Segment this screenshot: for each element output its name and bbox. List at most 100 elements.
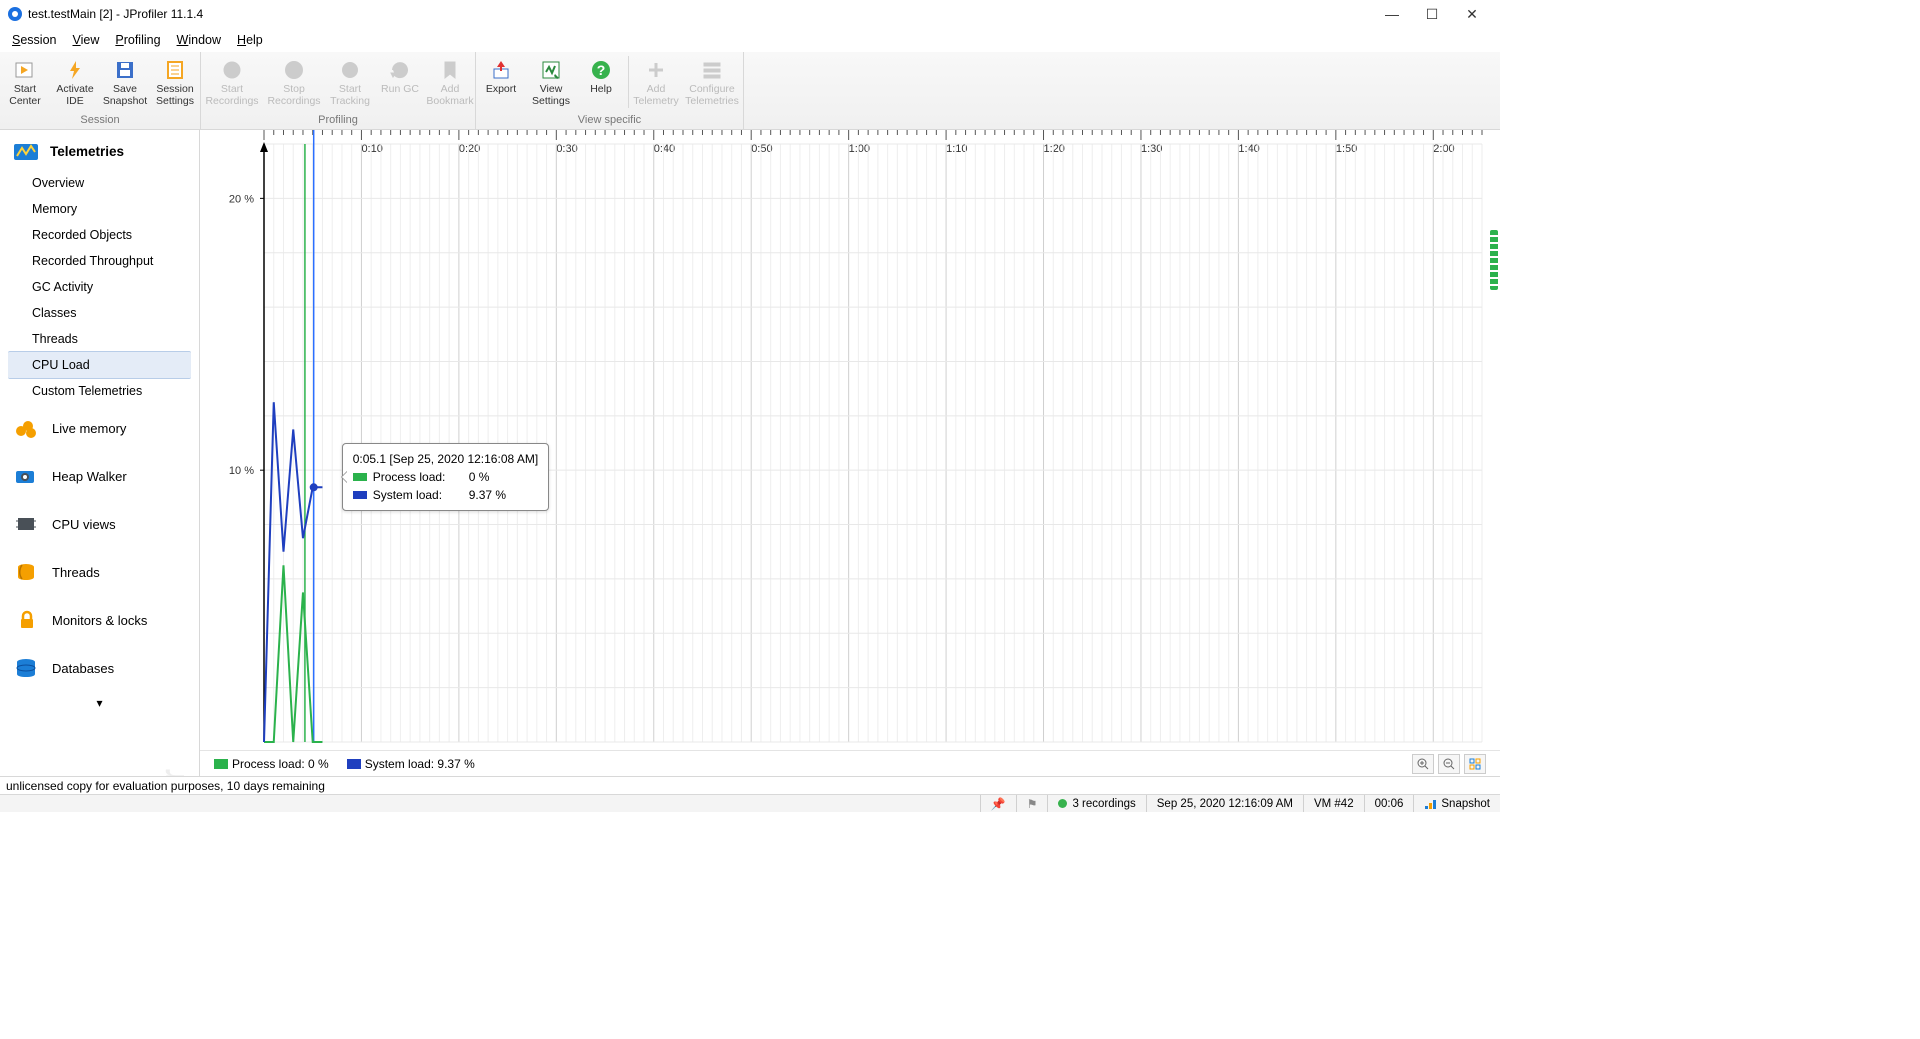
svg-text:20 %: 20 % [229,193,254,205]
add-telemetry-button[interactable]: AddTelemetry [631,52,681,112]
toolbar-group-profiling: StartRecordings StopRecordings StartTrac… [201,52,476,129]
zoom-out-button[interactable] [1438,754,1460,774]
sidebar-header-label: Telemetries [50,144,124,159]
export-button[interactable]: Export [476,52,526,112]
toolbar-group-label: View specific [476,112,743,129]
sidebar-category-monitors-locks[interactable]: Monitors & locks [0,596,199,644]
menu-help[interactable]: Help [229,31,271,49]
sidebar-category-databases[interactable]: Databases [0,644,199,692]
view-settings-button[interactable]: ViewSettings [526,52,576,112]
telemetries-icon [12,140,40,162]
plus-icon [644,58,668,82]
start-center-button[interactable]: StartCenter [0,52,50,112]
session-settings-button[interactable]: SessionSettings [150,52,200,112]
save-snapshot-button[interactable]: SaveSnapshot [100,52,150,112]
legend-process: Process load: 0 % [214,757,329,771]
sidebar-item-recorded-throughput[interactable]: Recorded Throughput [0,248,199,274]
sidebar-item-overview[interactable]: Overview [0,170,199,196]
sidebar-item-memory[interactable]: Memory [0,196,199,222]
close-button[interactable]: ✕ [1452,0,1492,28]
sidebar-item-recorded-objects[interactable]: Recorded Objects [0,222,199,248]
status-pin[interactable]: 📌 [980,795,1016,812]
record-icon [220,58,244,82]
sidebar-header-telemetries[interactable]: Telemetries [0,130,199,170]
svg-text:10 %: 10 % [229,465,254,477]
sidebar-more[interactable]: ▾ [0,692,199,714]
chart-canvas[interactable]: 0:100:200:300:400:501:001:101:201:301:40… [200,130,1500,750]
svg-text:?: ? [597,62,606,78]
svg-text:0:10: 0:10 [361,143,382,155]
lightning-icon [63,58,87,82]
status-bar: 📌 ⚑ 3 recordings Sep 25, 2020 12:16:09 A… [0,794,1500,812]
sidebar-category-threads[interactable]: Threads [0,548,199,596]
start-tracking-button[interactable]: StartTracking [325,52,375,112]
legend-system: System load: 9.37 % [347,757,475,771]
flag-icon: ⚑ [1027,797,1038,811]
add-bookmark-button[interactable]: AddBookmark [425,52,475,112]
configure-icon [700,58,724,82]
toolbar-group-label: Profiling [201,112,475,129]
sidebar-item-gc-activity[interactable]: GC Activity [0,274,199,300]
minimize-button[interactable]: — [1372,0,1412,28]
status-mode[interactable]: Snapshot [1413,795,1500,812]
menu-view[interactable]: View [64,31,107,49]
watermark: JProfiler [154,768,193,776]
category-icon [12,464,40,488]
category-icon [12,416,40,440]
svg-text:1:20: 1:20 [1044,143,1065,155]
menu-session[interactable]: Session [4,31,64,49]
sidebar: Telemetries OverviewMemoryRecorded Objec… [0,130,200,776]
recording-dot-icon [1058,799,1067,808]
legend-bar: Process load: 0 % System load: 9.37 % [200,750,1500,776]
sidebar-category-cpu-views[interactable]: CPU views [0,500,199,548]
run-gc-button[interactable]: Run GC [375,52,425,112]
start-recordings-button[interactable]: StartRecordings [201,52,263,112]
sidebar-category-heap-walker[interactable]: Heap Walker [0,452,199,500]
status-vm: VM #42 [1303,795,1364,812]
main-area: Telemetries OverviewMemoryRecorded Objec… [0,130,1500,776]
activate-ide-button[interactable]: ActivateIDE [50,52,100,112]
configure-telemetries-button[interactable]: ConfigureTelemetries [681,52,743,112]
status-timestamp: Sep 25, 2020 12:16:09 AM [1146,795,1303,812]
maximize-button[interactable]: ☐ [1412,0,1452,28]
help-button[interactable]: ? Help [576,52,626,112]
toolbar: StartCenter ActivateIDE SaveSnapshot Ses… [0,52,1500,130]
toolbar-group-view: Export ViewSettings ? Help AddTelemetry … [476,52,744,129]
save-icon [113,58,137,82]
sidebar-item-cpu-load[interactable]: CPU Load [8,351,191,379]
menu-profiling[interactable]: Profiling [107,31,168,49]
svg-text:1:10: 1:10 [946,143,967,155]
toolbar-group-label: Session [0,112,200,129]
category-icon [12,560,40,584]
sidebar-item-classes[interactable]: Classes [0,300,199,326]
status-recordings[interactable]: 3 recordings [1047,795,1145,812]
svg-text:0:50: 0:50 [751,143,772,155]
status-elapsed: 00:06 [1364,795,1414,812]
chart-area: 0:100:200:300:400:501:001:101:201:301:40… [200,130,1500,776]
license-bar: unlicensed copy for evaluation purposes,… [0,776,1500,794]
sidebar-category-live-memory[interactable]: Live memory [0,404,199,452]
fit-button[interactable] [1464,754,1486,774]
pin-icon: 📌 [991,797,1006,811]
settings-icon [163,58,187,82]
menu-window[interactable]: Window [169,31,229,49]
category-icon [12,608,40,632]
view-settings-icon [539,58,563,82]
menu-bar: Session View Profiling Window Help [0,28,1500,52]
help-icon: ? [589,58,613,82]
sidebar-item-threads[interactable]: Threads [0,326,199,352]
title-bar: test.testMain [2] - JProfiler 11.1.4 — ☐… [0,0,1500,28]
mini-scroll-indicator[interactable] [1490,230,1498,290]
stop-recordings-button[interactable]: StopRecordings [263,52,325,112]
status-flag[interactable]: ⚑ [1016,795,1048,812]
sidebar-item-custom-telemetries[interactable]: Custom Telemetries [0,378,199,404]
svg-text:0:20: 0:20 [459,143,480,155]
svg-text:1:00: 1:00 [849,143,870,155]
svg-text:1:40: 1:40 [1238,143,1259,155]
app-icon [8,7,22,21]
zoom-in-button[interactable] [1412,754,1434,774]
chart-tooltip: 0:05.1 [Sep 25, 2020 12:16:08 AM] Proces… [342,443,549,511]
snapshot-icon [1424,798,1436,810]
window-title: test.testMain [2] - JProfiler 11.1.4 [28,7,203,21]
toolbar-group-session: StartCenter ActivateIDE SaveSnapshot Ses… [0,52,201,129]
